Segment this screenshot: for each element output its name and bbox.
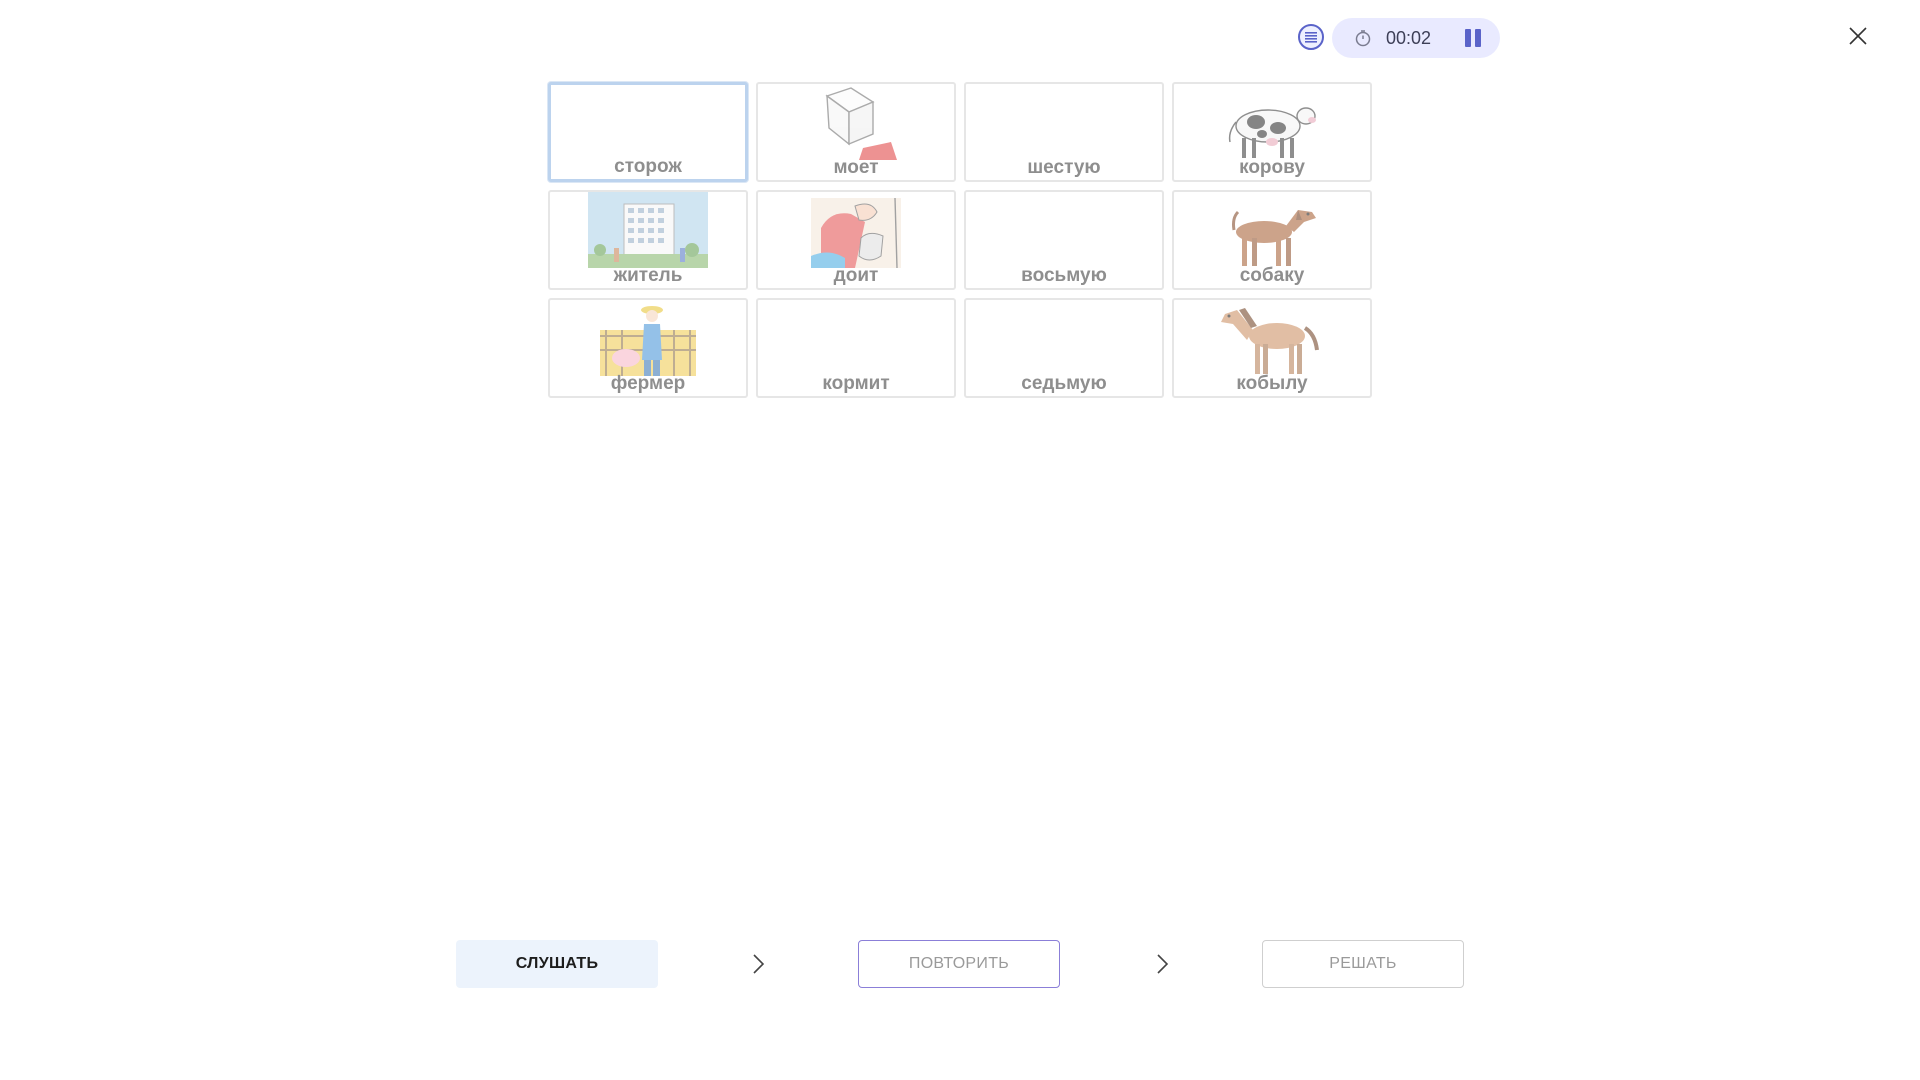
word-card-label: кобылу — [1236, 373, 1308, 394]
solve-button[interactable]: РЕШАТЬ — [1262, 940, 1464, 988]
word-card[interactable]: житель — [548, 190, 748, 290]
milking-illustration-icon — [811, 198, 901, 268]
blank-picture — [758, 300, 954, 376]
word-card-label: собаку — [1239, 265, 1305, 286]
timer-value: 00:02 — [1386, 27, 1432, 48]
box-illustration-icon — [825, 87, 897, 160]
blank-picture — [551, 85, 745, 161]
word-card[interactable]: доит — [756, 190, 956, 290]
stopwatch-icon — [1355, 30, 1371, 47]
word-card[interactable]: собаку — [1172, 190, 1372, 290]
horse-icon — [1221, 308, 1319, 374]
word-card[interactable]: кобылу — [1172, 298, 1372, 398]
apartment-building-icon — [588, 192, 708, 268]
listen-button[interactable]: СЛУШАТЬ — [456, 940, 658, 988]
word-card-label: седьмую — [1021, 373, 1107, 394]
word-card[interactable]: восьмую — [964, 190, 1164, 290]
word-card[interactable]: корову — [1172, 82, 1372, 182]
word-card[interactable]: кормит — [756, 298, 956, 398]
list-icon — [1305, 32, 1317, 43]
word-card-label: сторож — [614, 156, 682, 177]
pause-button[interactable] — [1464, 29, 1482, 47]
word-card-label: доит — [833, 265, 879, 286]
blank-picture — [966, 300, 1162, 376]
word-card-grid: сторож моет шестую корову житель доит во… — [548, 82, 1372, 398]
timer: 00:02 — [1332, 18, 1500, 58]
word-card-label: фермер — [610, 373, 686, 394]
chevron-right-icon — [753, 954, 765, 974]
word-card-label: житель — [613, 265, 683, 286]
word-card[interactable]: сторож — [548, 82, 748, 182]
close-icon[interactable] — [1846, 24, 1870, 48]
blank-picture — [966, 192, 1162, 268]
word-card-label: шестую — [1027, 157, 1101, 178]
word-card[interactable]: седьмую — [964, 298, 1164, 398]
cow-icon — [1228, 107, 1316, 158]
word-card[interactable]: фермер — [548, 298, 748, 398]
word-card-label: корову — [1239, 157, 1305, 178]
dog-icon — [1232, 210, 1316, 266]
pause-icon — [1465, 29, 1471, 47]
word-card-label: восьмую — [1021, 265, 1107, 286]
word-card-label: моет — [833, 157, 879, 178]
repeat-button[interactable]: ПОВТОРИТЬ — [858, 940, 1060, 988]
word-card[interactable]: моет — [756, 82, 956, 182]
menu-list-button[interactable] — [1298, 24, 1324, 50]
chevron-right-icon — [1157, 954, 1169, 974]
word-card-label: кормит — [822, 373, 890, 394]
word-card[interactable]: шестую — [964, 82, 1164, 182]
farmer-icon — [600, 306, 696, 376]
blank-picture — [966, 84, 1162, 160]
